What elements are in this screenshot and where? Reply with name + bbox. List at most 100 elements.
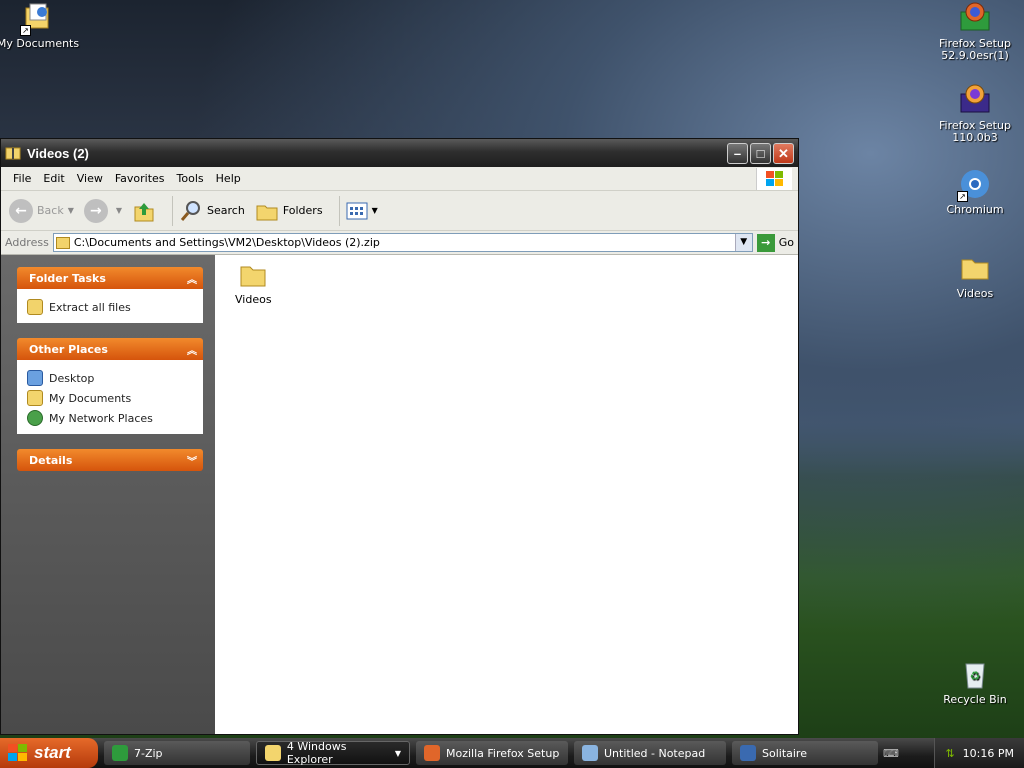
close-button[interactable]: ✕ bbox=[773, 142, 794, 164]
go-button[interactable]: → Go bbox=[756, 233, 794, 252]
menu-help[interactable]: Help bbox=[210, 172, 247, 185]
zip-folder-icon bbox=[5, 147, 21, 160]
desktop-icon-recycle-bin[interactable]: ♻ Recycle Bin bbox=[933, 658, 1017, 706]
task-pane: Folder Tasks ︽ Extract all files Other P… bbox=[1, 255, 215, 734]
address-bar: Address C:\Documents and Settings\VM2\De… bbox=[1, 231, 798, 255]
explorer-window: Videos (2) – □ ✕ File Edit View Favorite… bbox=[0, 138, 799, 735]
my-network-places-link[interactable]: My Network Places bbox=[27, 408, 193, 428]
my-documents-link[interactable]: My Documents bbox=[27, 388, 193, 408]
task-label: Extract all files bbox=[49, 300, 131, 314]
menu-tools[interactable]: Tools bbox=[171, 172, 210, 185]
taskbar-label: 7-Zip bbox=[134, 746, 163, 760]
taskbar-button-7zip[interactable]: 7-Zip bbox=[104, 741, 250, 765]
go-label: Go bbox=[778, 236, 794, 249]
recycle-bin-icon: ♻ bbox=[959, 658, 991, 690]
chevron-down-icon: ▼ bbox=[115, 206, 123, 215]
details-header[interactable]: Details ︾ bbox=[17, 449, 203, 471]
back-label: Back bbox=[37, 204, 64, 217]
other-places-panel: Other Places ︽ Desktop My Documents My N… bbox=[17, 338, 203, 434]
address-input[interactable]: C:\Documents and Settings\VM2\Desktop\Vi… bbox=[52, 233, 753, 252]
folders-button[interactable]: Folders bbox=[255, 199, 323, 223]
system-tray: ⇅ 10:16 PM bbox=[934, 738, 1024, 768]
details-panel: Details ︾ bbox=[17, 449, 203, 471]
taskbar-button-solitaire[interactable]: Solitaire bbox=[732, 741, 878, 765]
network-icon[interactable]: ⇅ bbox=[945, 747, 954, 760]
toolbar: ← Back ▼ → ▼ Search Folders ▼ bbox=[1, 191, 798, 231]
keyboard-icon[interactable]: ⌨ bbox=[878, 747, 904, 760]
content-area: Folder Tasks ︽ Extract all files Other P… bbox=[1, 255, 798, 734]
file-list[interactable]: Videos bbox=[215, 255, 798, 734]
place-label: My Documents bbox=[49, 391, 132, 405]
address-dropdown-button[interactable]: ▼ bbox=[734, 234, 752, 251]
menu-favorites[interactable]: Favorites bbox=[109, 172, 171, 185]
folder-item-videos[interactable]: Videos bbox=[235, 263, 272, 306]
start-button[interactable]: start bbox=[0, 738, 98, 768]
minimize-button[interactable]: – bbox=[727, 142, 748, 164]
chevron-down-icon: ▼ bbox=[371, 206, 378, 215]
desktop-icon-firefox-setup-52[interactable]: Firefox Setup 52.9.0esr(1) bbox=[933, 2, 1017, 62]
extract-icon bbox=[27, 299, 43, 315]
expand-icon[interactable]: ︾ bbox=[187, 453, 197, 468]
desktop-icon bbox=[27, 370, 43, 386]
svg-text:♻: ♻ bbox=[970, 669, 981, 683]
views-icon bbox=[346, 202, 368, 219]
desktop-link[interactable]: Desktop bbox=[27, 368, 193, 388]
desktop-icon-label: Recycle Bin bbox=[943, 693, 1007, 706]
place-label: Desktop bbox=[49, 371, 95, 385]
taskbar-label: Mozilla Firefox Setup bbox=[446, 746, 560, 760]
firefox-setup-icon bbox=[424, 745, 440, 761]
menu-view[interactable]: View bbox=[71, 172, 109, 185]
folders-label: Folders bbox=[282, 204, 323, 217]
notepad-icon bbox=[582, 745, 598, 761]
taskbar-button-firefox-setup[interactable]: Mozilla Firefox Setup bbox=[416, 741, 568, 765]
windows-logo-icon bbox=[8, 744, 27, 761]
collapse-icon[interactable]: ︽ bbox=[187, 271, 197, 286]
details-title: Details bbox=[29, 453, 73, 467]
desktop-icon-firefox-setup-110[interactable]: Firefox Setup 110.0b3 bbox=[933, 84, 1017, 144]
back-arrow-icon: ← bbox=[9, 198, 33, 223]
start-label: start bbox=[34, 743, 71, 762]
folder-icon bbox=[240, 263, 266, 287]
extract-all-files-link[interactable]: Extract all files bbox=[27, 297, 193, 317]
taskbar: start 7-Zip 4 Windows Explorer ▼ Mozilla… bbox=[0, 738, 1024, 768]
search-button[interactable]: Search bbox=[179, 199, 245, 223]
taskbar-button-windows-explorer[interactable]: 4 Windows Explorer ▼ bbox=[256, 740, 410, 766]
folder-up-icon bbox=[134, 202, 154, 221]
file-name: Videos bbox=[235, 293, 272, 306]
clock[interactable]: 10:16 PM bbox=[963, 747, 1014, 760]
desktop-icon-label: Chromium bbox=[946, 203, 1004, 216]
folder-tasks-panel: Folder Tasks ︽ Extract all files bbox=[17, 267, 203, 323]
back-button[interactable]: ← Back ▼ bbox=[9, 198, 74, 223]
solitaire-icon bbox=[740, 745, 756, 761]
forward-button[interactable]: → ▼ bbox=[83, 198, 123, 223]
desktop-icon-chromium[interactable]: ↗ Chromium bbox=[933, 168, 1017, 216]
desktop-icon-my-documents[interactable]: ↗ My Documents bbox=[0, 2, 80, 50]
maximize-button[interactable]: □ bbox=[750, 142, 771, 164]
my-documents-icon: ↗ bbox=[20, 2, 54, 36]
firefox-beta-setup-icon bbox=[959, 84, 991, 116]
other-places-header[interactable]: Other Places ︽ bbox=[17, 338, 203, 360]
search-icon bbox=[180, 200, 201, 221]
desktop-icon-label: Videos bbox=[956, 287, 994, 300]
zip-folder-icon bbox=[55, 236, 70, 249]
chevron-down-icon: ▼ bbox=[394, 748, 401, 758]
collapse-icon[interactable]: ︽ bbox=[187, 342, 197, 357]
folders-icon bbox=[256, 205, 278, 220]
taskbar-button-notepad[interactable]: Untitled - Notepad bbox=[574, 741, 726, 765]
up-button[interactable] bbox=[132, 199, 156, 223]
folder-icon bbox=[265, 745, 281, 761]
desktop-icon-label: Firefox Setup 110.0b3 bbox=[939, 119, 1011, 144]
menu-bar: File Edit View Favorites Tools Help bbox=[1, 167, 798, 191]
toolbar-separator bbox=[338, 195, 340, 226]
folder-tasks-header[interactable]: Folder Tasks ︽ bbox=[17, 267, 203, 289]
views-button[interactable]: ▼ bbox=[346, 202, 378, 220]
title-bar[interactable]: Videos (2) – □ ✕ bbox=[1, 139, 798, 167]
taskbar-label: Solitaire bbox=[762, 746, 807, 760]
menu-edit[interactable]: Edit bbox=[37, 172, 70, 185]
address-value: C:\Documents and Settings\VM2\Desktop\Vi… bbox=[73, 236, 380, 249]
menu-file[interactable]: File bbox=[7, 172, 37, 185]
7zip-icon bbox=[112, 745, 128, 761]
desktop-icon-videos[interactable]: Videos bbox=[933, 252, 1017, 300]
taskbar-label: Untitled - Notepad bbox=[604, 746, 706, 760]
windows-logo-icon bbox=[756, 168, 792, 190]
